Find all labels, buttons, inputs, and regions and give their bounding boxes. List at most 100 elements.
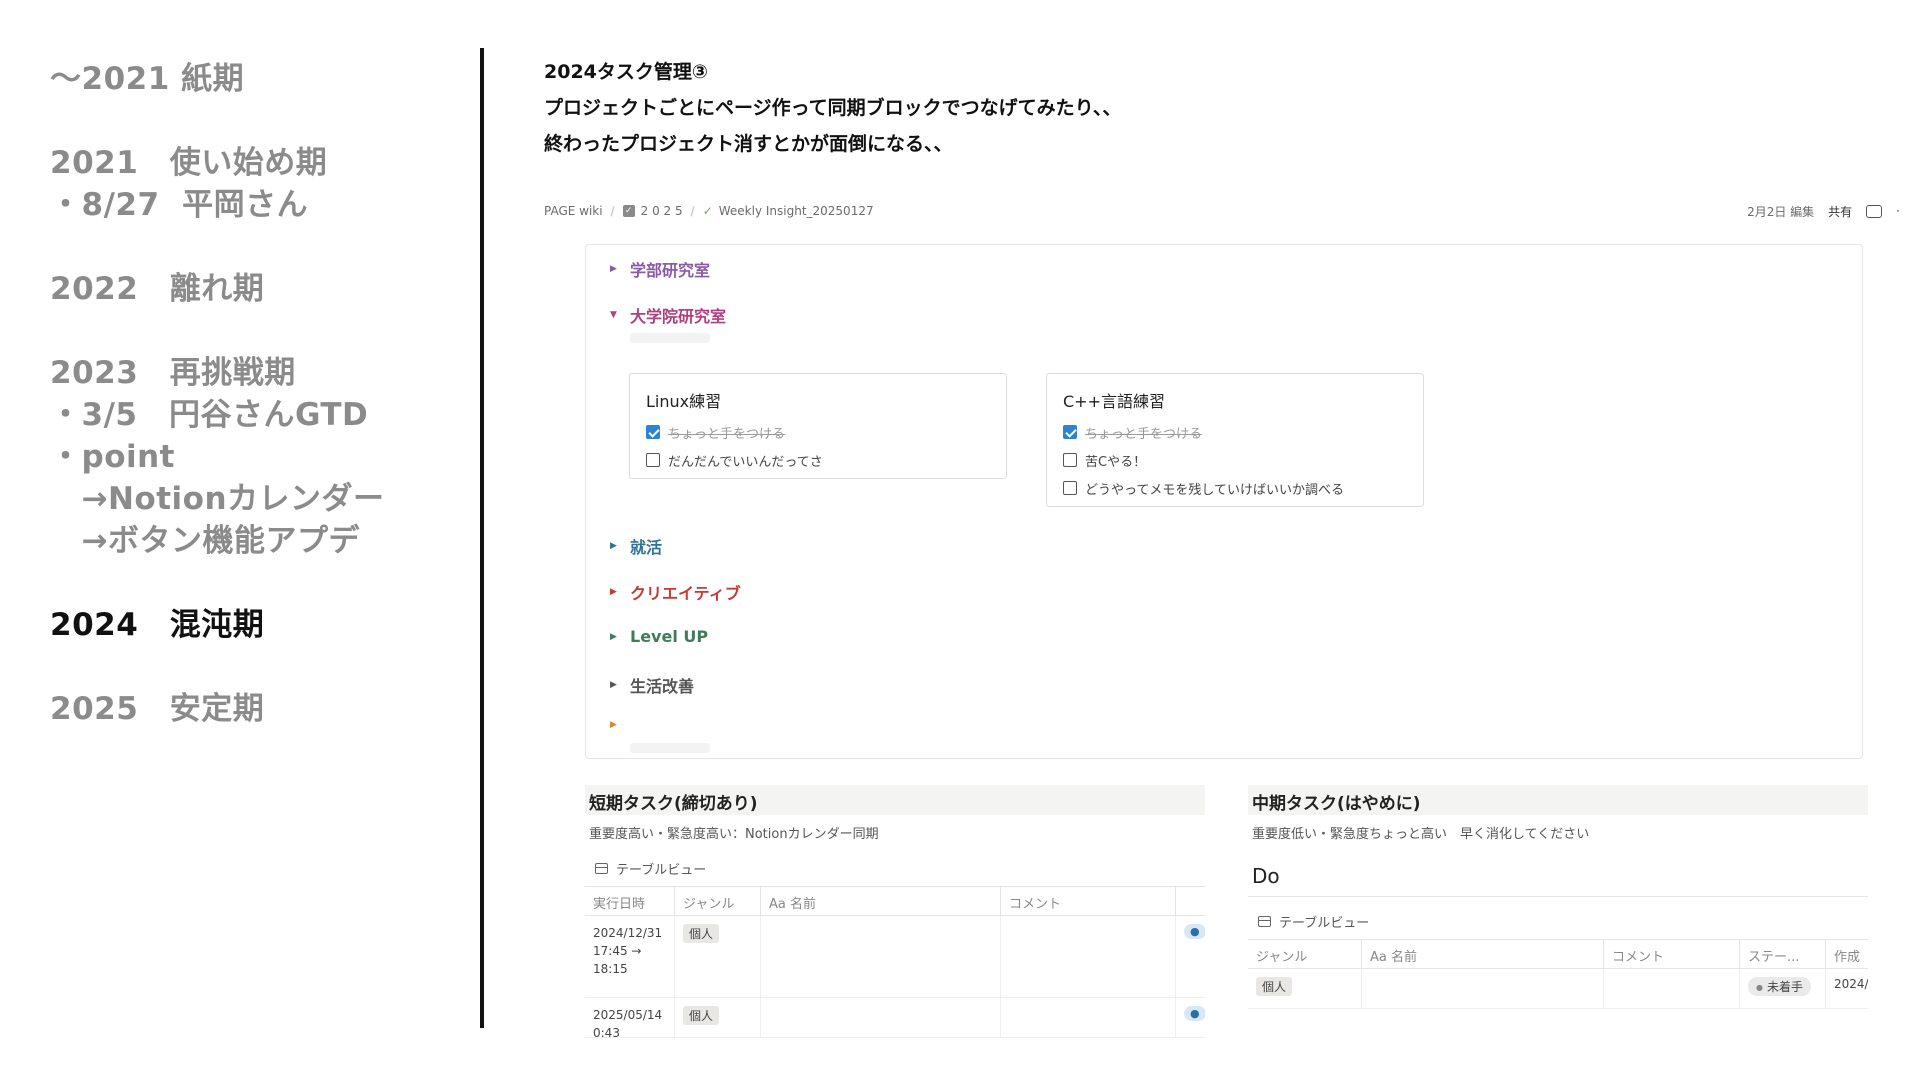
caption-title: 2024タスク管理③	[544, 61, 708, 83]
mid-term-section: 中期タスク(はやめに) 重要度低い・緊急度ちょっと高い 早く消化してください D…	[1248, 785, 1868, 1009]
row-date: 2025/05/14 0:43	[585, 998, 675, 1037]
genre-tag: 個人	[683, 1006, 720, 1025]
projects-card: ▶ 学部研究室 ▼ 大学院研究室 Linux練習 ちょっと手をつける だんだんで…	[585, 244, 1863, 759]
checkbox-icon[interactable]	[646, 453, 660, 467]
table-icon	[1258, 915, 1271, 927]
table-row[interactable]: 2024/12/31 17:45 → 18:15 個人 ●	[585, 916, 1205, 998]
column-header[interactable]: コメント	[1604, 940, 1740, 968]
todo-label: ちょっと手をつける	[668, 426, 786, 442]
checkbox-icon[interactable]	[1063, 481, 1077, 495]
column-header[interactable]	[1176, 887, 1205, 915]
todo-item[interactable]: だんだんでいいんだってさ	[646, 446, 990, 474]
triangle-right-icon: ▶	[610, 264, 617, 274]
row-comment	[1001, 998, 1176, 1037]
timeline-panel: 〜2021 紙期 2021 使い始め期 ・8/27 平岡さん 2022 離れ期 …	[50, 58, 470, 730]
genre-tag: 個人	[1256, 977, 1293, 996]
toggle-label: 学部研究室	[630, 261, 711, 280]
status-badge: 未着手	[1748, 977, 1811, 996]
column-header[interactable]: ステー...	[1740, 940, 1826, 968]
short-term-section: 短期タスク(締切あり) 重要度高い・緊急度高い：Notionカレンダー同期 テー…	[585, 785, 1205, 1038]
todo-item[interactable]: 苦Cやる！	[1063, 446, 1407, 474]
share-button[interactable]: 共有	[1828, 203, 1852, 220]
toggle-label: 大学院研究室	[630, 307, 727, 326]
column-header[interactable]: Aa 名前	[761, 887, 1001, 915]
toggle-label: Level UP	[630, 627, 709, 646]
toggle-lifestyle[interactable]: ▶ 生活改善	[610, 673, 694, 697]
mid-term-desc: 重要度低い・緊急度ちょっと高い 早く消化してください	[1252, 827, 1590, 842]
table-icon	[595, 862, 608, 874]
triangle-right-icon: ▶	[610, 587, 617, 597]
row-name	[761, 998, 1001, 1037]
toggle-job-hunting[interactable]: ▶ 就活	[610, 534, 662, 558]
row-comment	[1604, 969, 1740, 1008]
timeline-retry-note: ・3/5 円谷さんGTD	[50, 397, 369, 433]
timeline-stable: 2025 安定期	[50, 691, 265, 727]
column-header[interactable]: Aa 名前	[1362, 940, 1604, 968]
todo-item[interactable]: どうやってメモを残していけばいいか調べる	[1063, 474, 1407, 502]
timeline-start: 2021 使い始め期	[50, 145, 328, 181]
checkbox-icon: ✓	[622, 205, 635, 217]
mid-term-title: 中期タスク(はやめに)	[1248, 785, 1868, 815]
row-comment	[1001, 916, 1176, 997]
toggle-label: クリエイティブ	[630, 584, 741, 603]
slide-caption: 2024タスク管理③ プロジェクトごとにページ作って同期ブロックでつなげてみたり…	[544, 54, 1844, 162]
breadcrumb-year[interactable]: 2 0 2 5	[641, 204, 683, 218]
timeline-paper: 〜2021 紙期	[50, 61, 245, 97]
column-header[interactable]: ジャンル	[1248, 940, 1362, 968]
toggle-undergrad-lab[interactable]: ▶ 学部研究室	[610, 257, 710, 281]
timeline-away: 2022 離れ期	[50, 271, 265, 307]
status-pill: ●	[1184, 1006, 1205, 1021]
linux-card[interactable]: Linux練習 ちょっと手をつける だんだんでいいんだってさ	[629, 373, 1007, 479]
row-name	[1362, 969, 1604, 1008]
toggle-grad-lab[interactable]: ▼ 大学院研究室	[610, 303, 726, 327]
toggle-level-up[interactable]: ▶ Level UP	[610, 627, 708, 646]
caption-line: プロジェクトごとにページ作って同期ブロックでつなげてみたり、、	[544, 97, 1122, 119]
toggle-label: 就活	[630, 538, 663, 557]
column-header[interactable]: コメント	[1001, 887, 1176, 915]
cpp-card[interactable]: C++言語練習 ちょっと手をつける 苦Cやる！ どうやってメモを残していけばいい…	[1046, 373, 1424, 507]
toggle-creative[interactable]: ▶ クリエイティブ	[610, 580, 741, 604]
todo-label: ちょっと手をつける	[1085, 426, 1203, 442]
caption-line: 終わったプロジェクト消すとかが面倒になる、、	[544, 133, 953, 155]
checkbox-icon[interactable]	[1063, 453, 1077, 467]
todo-label: だんだんでいいんだってさ	[668, 454, 823, 470]
column-header[interactable]: 実行日時	[585, 887, 675, 915]
breadcrumb: PAGE wiki / ✓ 2 0 2 5 / ✓ Weekly Insight…	[544, 203, 1900, 220]
checkbox-checked-icon[interactable]	[1063, 425, 1077, 439]
toggle-hidden[interactable]: ▶	[610, 720, 630, 730]
table-row[interactable]: 2025/05/14 0:43 個人 ●	[585, 998, 1205, 1038]
row-created: 2024/1	[1834, 977, 1868, 991]
breadcrumb-workspace[interactable]: PAGE wiki	[544, 204, 603, 218]
row-date: 2024/12/31 17:45 → 18:15	[585, 916, 675, 997]
more-icon[interactable]: ·	[1896, 204, 1900, 218]
timeline-chaos: 2024 混沌期	[50, 607, 265, 643]
timeline-retry-note: →Notionカレンダー	[50, 481, 385, 517]
vertical-divider	[480, 48, 484, 1028]
short-term-desc: 重要度高い・緊急度高い：Notionカレンダー同期	[589, 827, 879, 842]
breadcrumb-page[interactable]: Weekly Insight_20250127	[719, 204, 874, 218]
checkbox-checked-icon[interactable]	[646, 425, 660, 439]
todo-item[interactable]: ちょっと手をつける	[646, 418, 990, 446]
todo-item[interactable]: ちょっと手をつける	[1063, 418, 1407, 446]
do-heading: Do	[1248, 864, 1868, 897]
check-icon: ✓	[702, 204, 713, 218]
genre-tag: 個人	[683, 924, 720, 943]
table-row[interactable]: 個人 未着手 2024/1	[1248, 969, 1868, 1009]
table-header: ジャンル Aa 名前 コメント ステー... 作成	[1248, 939, 1868, 969]
triangle-right-icon: ▶	[610, 631, 617, 642]
triangle-right-icon: ▶	[610, 541, 617, 551]
table-view-tab[interactable]: テーブルビュー	[1248, 909, 1868, 933]
column-header[interactable]: 作成	[1826, 940, 1868, 968]
toggle-label: 生活改善	[630, 677, 695, 696]
triangle-right-icon: ▶	[610, 720, 617, 730]
edited-label: 2月2日 編集	[1747, 204, 1815, 219]
column-header[interactable]: ジャンル	[675, 887, 761, 915]
view-label: テーブルビュー	[1279, 915, 1370, 931]
timeline-retry-note: →ボタン機能アプデ	[50, 523, 360, 559]
linux-card-title: Linux練習	[646, 392, 722, 411]
status-pill: ●	[1184, 924, 1205, 939]
comment-icon[interactable]	[1866, 204, 1883, 218]
table-view-tab[interactable]: テーブルビュー	[585, 856, 1205, 880]
faded-placeholder	[630, 743, 710, 753]
view-label: テーブルビュー	[616, 862, 707, 878]
